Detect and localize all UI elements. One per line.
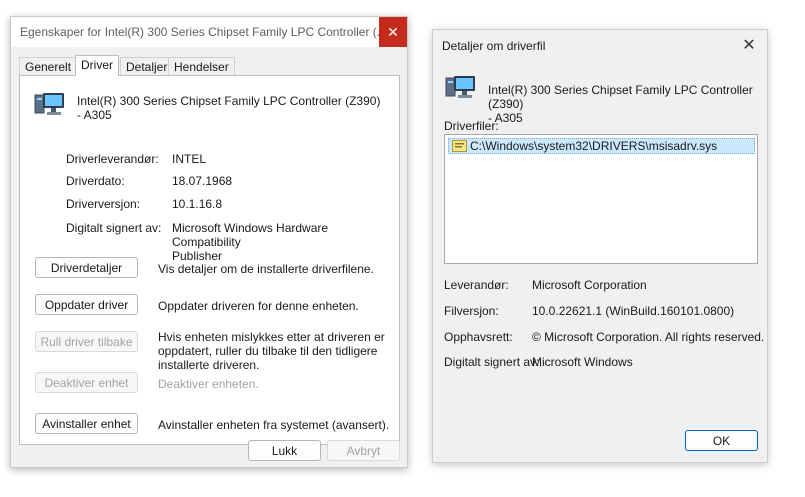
update-driver-button[interactable]: Oppdater driver	[35, 294, 138, 315]
rollback-driver-button[interactable]: Rull driver tilbake	[35, 331, 138, 352]
disable-device-button[interactable]: Deaktiver enhet	[35, 372, 138, 393]
signer-value-line1: Microsoft Windows Hardware Compatibility	[172, 221, 329, 249]
signer-label: Digitalt signert av:	[444, 355, 540, 369]
driver-files-list[interactable]: C:\Windows\system32\DRIVERS\msisadrv.sys	[444, 134, 758, 264]
update-driver-desc: Oppdater driveren for denne enheten.	[158, 299, 359, 313]
title-bar: Egenskaper for Intel(R) 300 Series Chips…	[11, 17, 407, 47]
date-value: 18.07.1968	[172, 174, 233, 188]
device-name: Intel(R) 300 Series Chipset Family LPC C…	[488, 83, 763, 125]
window-title: Egenskaper for Intel(R) 300 Series Chips…	[20, 25, 387, 39]
rollback-desc-line1: Hvis enheten mislykkes etter at driveren…	[158, 330, 385, 344]
driver-file-icon	[452, 140, 468, 152]
device-name-line1: Intel(R) 300 Series Chipset Family LPC C…	[488, 83, 753, 111]
ok-button[interactable]: OK	[685, 430, 758, 451]
computer-device-icon	[445, 75, 477, 101]
file-version-value: 10.0.22621.1 (WinBuild.160101.0800)	[532, 304, 735, 318]
driver-tab-panel: Intel(R) 300 Series Chipset Family LPC C…	[19, 75, 400, 445]
signer-label: Digitalt signert av:	[66, 221, 162, 235]
driver-file-details-dialog: Detaljer om driverfil ✕ Intel(R) 300 Ser…	[432, 29, 768, 463]
driver-details-button[interactable]: Driverdetaljer	[35, 257, 138, 278]
provider-value: Microsoft Corporation	[532, 278, 647, 292]
provider-label: Leverandør:	[444, 278, 509, 292]
disable-device-desc: Deaktiver enheten.	[158, 377, 259, 391]
version-value: 10.1.16.8	[172, 197, 223, 211]
signer-value: Microsoft Windows	[532, 355, 633, 369]
device-name-line2: - A305	[488, 111, 523, 125]
driver-file-path: C:\Windows\system32\DRIVERS\msisadrv.sys	[470, 139, 718, 153]
computer-device-icon	[34, 92, 66, 118]
device-name: Intel(R) 300 Series Chipset Family LPC C…	[77, 94, 380, 122]
date-label: Driverdato:	[66, 174, 125, 188]
close-icon[interactable]: ✕	[737, 34, 761, 56]
driver-details-desc: Vis detaljer om de installerte driverfil…	[158, 262, 374, 276]
tab-driver[interactable]: Driver	[75, 55, 119, 76]
signer-value: Microsoft Windows Hardware Compatibility…	[172, 221, 392, 263]
version-label: Driverversjon:	[66, 197, 141, 211]
device-properties-dialog: Egenskaper for Intel(R) 300 Series Chips…	[10, 16, 408, 468]
device-name-line1: Intel(R) 300 Series Chipset Family LPC C…	[77, 94, 381, 108]
cancel-button[interactable]: Avbryt	[327, 440, 400, 461]
provider-label: Driverleverandør:	[66, 152, 159, 166]
signer-value-line2: Publisher	[172, 249, 223, 263]
uninstall-device-button[interactable]: Avinstaller enhet	[35, 413, 138, 434]
close-dialog-button[interactable]: Lukk	[248, 440, 321, 461]
tab-detaljer[interactable]: Detaljer	[120, 57, 174, 75]
file-version-label: Filversjon:	[444, 304, 499, 318]
list-item[interactable]: C:\Windows\system32\DRIVERS\msisadrv.sys	[448, 138, 755, 154]
tab-hendelser[interactable]: Hendelser	[168, 57, 235, 75]
rollback-driver-desc: Hvis enheten mislykkes etter at driveren…	[158, 330, 388, 372]
uninstall-device-desc: Avinstaller enheten fra systemet (avanse…	[158, 418, 390, 432]
copyright-value: © Microsoft Corporation. All rights rese…	[532, 330, 765, 344]
window-title: Detaljer om driverfil	[442, 39, 546, 53]
tab-generelt[interactable]: Generelt	[19, 57, 78, 75]
close-icon[interactable]: ✕	[379, 17, 407, 47]
rollback-desc-line3: installerte driveren.	[158, 358, 260, 372]
device-name-line2: - A305	[77, 108, 112, 122]
copyright-label: Opphavsrett:	[444, 330, 513, 344]
rollback-desc-line2: oppdatert, ruller du tilbake til den tid…	[158, 344, 378, 358]
provider-value: INTEL	[172, 152, 207, 166]
driver-files-label: Driverfiler:	[444, 119, 499, 133]
